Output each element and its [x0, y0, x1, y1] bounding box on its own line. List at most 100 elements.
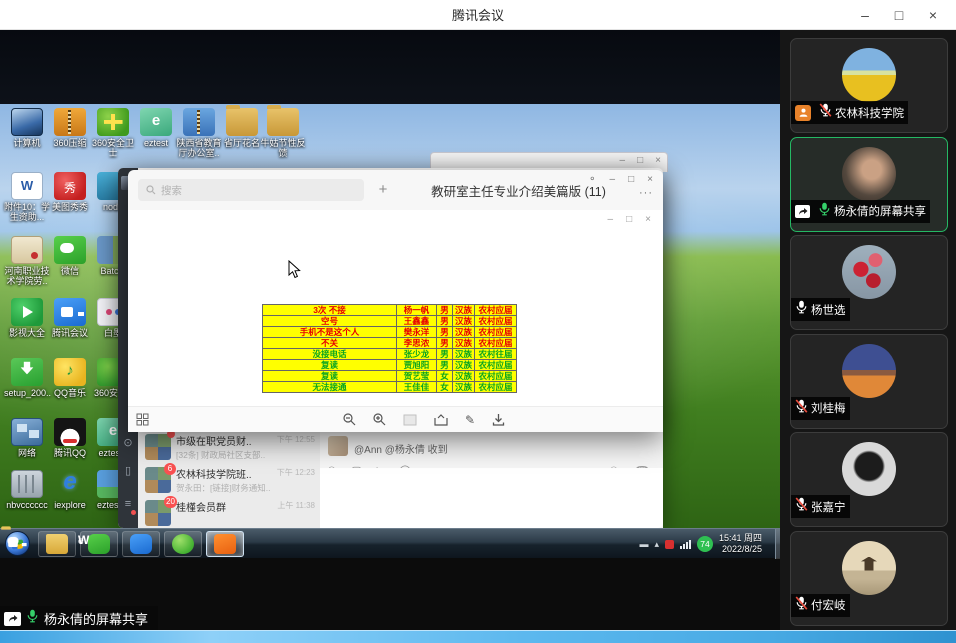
- desktop-icon-recycle[interactable]: nbvcccccc: [4, 470, 50, 510]
- microphone-muted-icon: [795, 596, 808, 615]
- add-tab-button[interactable]: +: [372, 179, 394, 201]
- minimize-button[interactable]: –: [848, 0, 882, 30]
- desktop-icon-eztest[interactable]: eztest: [133, 108, 179, 148]
- network-signal-icon[interactable]: [680, 540, 691, 549]
- desktop-icon-safe360[interactable]: 360安全卫士: [90, 108, 136, 158]
- desktop-icon-zipfolder[interactable]: 陕西省教育 厅办公室..: [176, 108, 222, 158]
- maximize-button[interactable]: □: [882, 0, 916, 30]
- cell-ethnic: 汉族: [453, 360, 475, 371]
- desktop-icon-play[interactable]: 影视大全: [4, 298, 50, 338]
- qq-icon: [54, 418, 86, 446]
- desktop-icon-label: 微信: [47, 266, 93, 276]
- cell-category: 农村应届: [475, 316, 517, 327]
- desktop-icon-folder[interactable]: 牛姑节性反 馈: [260, 108, 306, 158]
- microphone-muted-icon: [795, 399, 808, 418]
- maximize-button[interactable]: □: [626, 214, 632, 225]
- close-button[interactable]: ×: [645, 214, 651, 225]
- minimize-button[interactable]: –: [608, 214, 614, 225]
- zoom-out-icon[interactable]: [343, 413, 356, 426]
- maximize-button[interactable]: □: [628, 174, 634, 185]
- desktop-icon-folder[interactable]: 省厅花名: [219, 108, 265, 148]
- cell-note: 复读: [263, 371, 397, 382]
- participant-tile[interactable]: 农林科技学院: [790, 38, 948, 133]
- compass-icon[interactable]: ⊙: [118, 436, 138, 449]
- more-menu-button[interactable]: ···: [639, 187, 653, 199]
- desktop-icon-network[interactable]: 网络: [4, 418, 50, 458]
- chat-list-item[interactable]: 20桂槿会员群上午 11:38: [138, 496, 320, 528]
- desktop-icon-zip[interactable]: 360压缩: [47, 108, 93, 148]
- portrait-avatar: [842, 147, 896, 201]
- tray-up-arrow-icon[interactable]: ▴: [654, 539, 659, 550]
- tray-alert-icon[interactable]: [665, 540, 674, 549]
- desktop-icon-qq[interactable]: 腾讯QQ: [47, 418, 93, 458]
- zoom-in-icon[interactable]: [373, 413, 386, 426]
- chat-list-item[interactable]: 市级在职党员财..下午 12:55[32条] 财政局社区支部..: [138, 430, 320, 463]
- participant-tile[interactable]: 刘桂梅: [790, 334, 948, 429]
- desktop-icon-wechatapp[interactable]: 微信: [47, 236, 93, 276]
- maximize-button[interactable]: □: [637, 155, 643, 166]
- close-button[interactable]: ×: [655, 155, 661, 166]
- explorer-icon: [46, 534, 68, 554]
- sunflowers-avatar: [842, 48, 896, 102]
- taskbar-button-explorer[interactable]: [38, 531, 76, 557]
- pin-icon[interactable]: ⚬: [588, 174, 596, 185]
- cell-name: 樊永洋: [397, 327, 437, 338]
- grid-view-icon[interactable]: [136, 413, 149, 426]
- download-icon[interactable]: [492, 413, 505, 426]
- desktop-icon-label: iexplore: [47, 500, 93, 510]
- cell-gender: 男: [437, 360, 453, 371]
- search-input[interactable]: 搜索: [138, 179, 364, 201]
- chat-preview: 贺永田：[链接]财务通知..: [176, 482, 314, 494]
- table-row: 无法接通王佳佳女汉族农村应届: [263, 382, 517, 393]
- computer-icon: [11, 108, 43, 136]
- desktop-icon-label: 360安全卫士: [90, 138, 136, 158]
- document-content: – □ × 3次 不接杨一帆男汉族农村应届空号王鑫鑫男汉族农村应届手机不是这个人…: [128, 210, 663, 406]
- red-flowers-avatar: [842, 245, 896, 299]
- chat-time: 上午 11:38: [277, 500, 315, 511]
- table-row: 空号王鑫鑫男汉族农村应届: [263, 316, 517, 327]
- zip-icon: [54, 108, 86, 136]
- cell-ethnic: 汉族: [453, 305, 475, 316]
- desktop-icon-meitu[interactable]: 美图秀秀: [47, 172, 93, 212]
- close-button[interactable]: ×: [647, 174, 653, 185]
- cell-category: 农村应届: [475, 382, 517, 393]
- clock-time: 15:41 周四: [719, 533, 762, 544]
- participant-tile[interactable]: 杨世选: [790, 235, 948, 330]
- wechat-input-box[interactable]: [320, 468, 663, 528]
- tray-briefcase-icon[interactable]: ▬: [639, 539, 648, 549]
- taskbar-button-wps-office[interactable]: [206, 531, 244, 557]
- desktop-icon-worddoc[interactable]: 附件10：学 生资助...: [4, 172, 50, 222]
- desktop-icon-setup[interactable]: setup_200..: [4, 358, 50, 398]
- menu-icon[interactable]: ≡: [118, 498, 138, 510]
- eztest-icon: [140, 108, 172, 136]
- document-viewer-window: 搜索 + 教研室主任专业介绍美篇版 (11) ⚬ – □ × ···: [128, 170, 663, 432]
- table-row: 不关李思浓男汉族农村应届: [263, 338, 517, 349]
- worddoc-icon: [11, 172, 43, 200]
- desktop-icon-cert[interactable]: 河南职业技 术学院劳..: [4, 236, 50, 286]
- tencent-meeting-window: 腾讯会议 – □ × 计算机360压缩360安全卫士eztest陕西省教育 厅办…: [0, 0, 956, 643]
- participant-tile[interactable]: 杨永倩的屏幕共享: [790, 137, 948, 232]
- microphone-muted-icon: [795, 497, 808, 516]
- chat-list-item[interactable]: 6农林科技学院班..下午 12:23贺永田：[链接]财务通知..: [138, 463, 320, 496]
- open-in-app-icon[interactable]: [434, 414, 448, 426]
- phone-icon[interactable]: ▯: [118, 464, 138, 477]
- clock[interactable]: 15:41 周四 2022/8/25: [719, 533, 762, 555]
- desktop-icon-computer[interactable]: 计算机: [4, 108, 50, 148]
- close-button[interactable]: ×: [916, 0, 950, 30]
- black-cat-avatar: [842, 442, 896, 496]
- net-speed-badge[interactable]: 74: [697, 536, 713, 552]
- desktop-icon-qqmusic[interactable]: QQ音乐: [47, 358, 93, 398]
- participant-tile[interactable]: 张嘉宁: [790, 432, 948, 527]
- minimize-button[interactable]: –: [620, 155, 626, 166]
- fit-page-icon[interactable]: [403, 414, 417, 426]
- folder-icon: [267, 108, 299, 136]
- participant-name: 付宏岐: [811, 597, 846, 613]
- minimize-button[interactable]: –: [610, 174, 616, 185]
- folder-icon: [226, 108, 258, 136]
- desktop-icon-ie[interactable]: iexplore: [47, 470, 93, 510]
- edit-icon[interactable]: ✎: [465, 413, 475, 427]
- participant-tile[interactable]: 付宏岐: [790, 531, 948, 626]
- message-sender-avatar[interactable]: [328, 436, 348, 456]
- desktop-icon-meetingapp[interactable]: 腾讯会议: [47, 298, 93, 338]
- unread-badge: 6: [164, 463, 176, 475]
